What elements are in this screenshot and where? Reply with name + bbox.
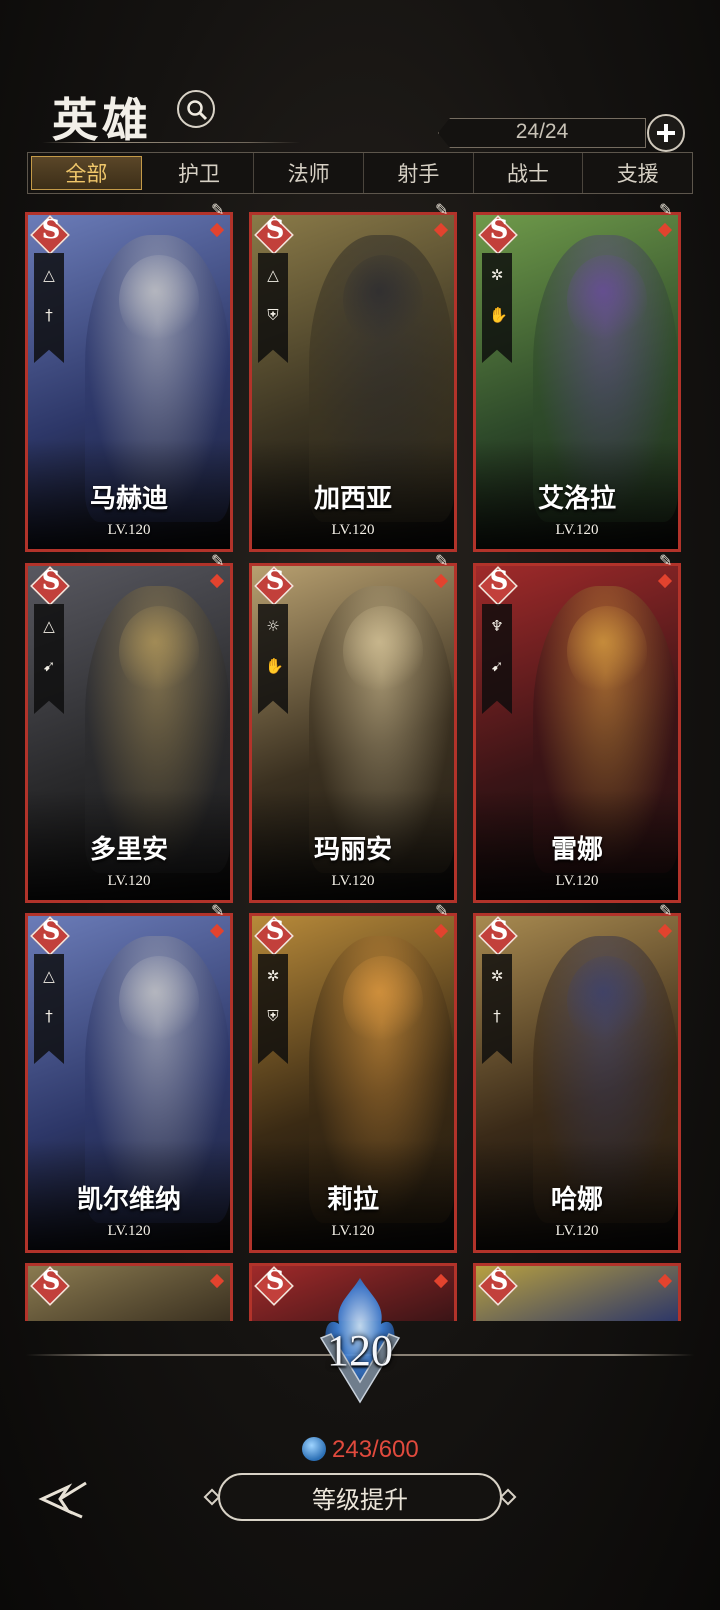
hero-card[interactable]: S △ † 凯尔维纳 LV.120: [25, 913, 233, 1253]
hero-name: 雷娜: [550, 835, 603, 865]
hero-name: 凯尔维纳: [76, 1185, 181, 1215]
class-icon: ➹: [42, 657, 56, 675]
faction-icon: ♆: [490, 617, 504, 635]
hero-level: LV.120: [555, 873, 599, 889]
title-underline: [42, 142, 300, 143]
hero-card[interactable]: S ✲ ✋ 艾洛拉 LV.120: [473, 212, 681, 552]
hero-level-value: 120: [327, 1326, 393, 1375]
faction-icon: ✲: [490, 266, 504, 284]
class-icon: ⛨: [267, 1007, 279, 1025]
tab-all[interactable]: 全部: [31, 156, 142, 190]
rank-label: S: [489, 1266, 509, 1296]
skin-icon[interactable]: ✎: [211, 200, 224, 219]
hero-name: 哈娜: [550, 1185, 603, 1215]
hero-count: 24/24: [515, 120, 569, 143]
hero-level: LV.120: [331, 873, 375, 889]
search-icon: [187, 100, 208, 121]
class-icon: †: [45, 1007, 53, 1025]
hero-card[interactable]: S ☼ ✋ 玛丽安 LV.120: [249, 563, 457, 903]
skin-icon[interactable]: ✎: [659, 200, 672, 219]
faction-icon: △: [43, 266, 55, 284]
hero-name: 加西亚: [313, 484, 392, 514]
blue-crystal-icon: [302, 1437, 326, 1461]
level-up-button[interactable]: 等级提升: [218, 1473, 502, 1521]
rank-label: S: [41, 916, 61, 946]
skin-icon[interactable]: ✎: [659, 901, 672, 920]
skin-icon[interactable]: ✎: [435, 200, 448, 219]
hero-level: LV.120: [107, 522, 151, 538]
skin-icon[interactable]: ✎: [435, 551, 448, 570]
tab-guardian[interactable]: 护卫: [145, 153, 255, 193]
skin-icon[interactable]: ✎: [435, 901, 448, 920]
class-icon: ⛨: [267, 306, 279, 324]
hero-level: LV.120: [107, 873, 151, 889]
hero-card[interactable]: S △ † 马赫迪 LV.120: [25, 212, 233, 552]
hero-card-partial[interactable]: S: [473, 1263, 681, 1321]
hero-card[interactable]: S ✲ † 哈娜 LV.120: [473, 913, 681, 1253]
tab-archer[interactable]: 射手: [364, 153, 474, 193]
faction-icon: ☼: [266, 617, 280, 635]
hero-name: 艾洛拉: [537, 484, 616, 514]
hero-level: LV.120: [555, 1223, 599, 1239]
gem-icon: [433, 1273, 449, 1289]
class-icon: ✋: [489, 306, 508, 324]
rank-label: S: [489, 916, 509, 946]
class-filter-tabs: 全部 护卫 法师 射手 战士 支援: [27, 152, 693, 194]
gem-icon: [209, 1273, 225, 1289]
hero-card[interactable]: S △ ⛨ 加西亚 LV.120: [249, 212, 457, 552]
class-icon: †: [493, 1007, 501, 1025]
class-icon: ✋: [265, 657, 284, 675]
faction-icon: △: [267, 266, 279, 284]
rank-label: S: [41, 215, 61, 245]
skin-icon[interactable]: ✎: [211, 551, 224, 570]
tab-support[interactable]: 支援: [583, 153, 692, 193]
class-icon: †: [45, 306, 53, 324]
faction-icon: △: [43, 967, 55, 985]
hero-level: LV.120: [107, 1223, 151, 1239]
hero-card[interactable]: S △ ➹ 多里安 LV.120: [25, 563, 233, 903]
hero-card[interactable]: S ✲ ⛨ 莉拉 LV.120: [249, 913, 457, 1253]
hero-name: 多里安: [89, 835, 168, 865]
faction-icon: △: [43, 617, 55, 635]
rank-label: S: [41, 566, 61, 596]
page-title: 英雄: [52, 93, 152, 147]
hero-level: LV.120: [331, 522, 375, 538]
faction-icon: ✲: [490, 967, 504, 985]
class-icon: ➹: [490, 657, 504, 675]
hero-name: 马赫迪: [89, 484, 168, 514]
hero-card-partial[interactable]: S: [25, 1263, 233, 1321]
exp-progress: 243/600: [332, 1436, 419, 1463]
hero-name: 莉拉: [326, 1185, 379, 1215]
back-arrow-icon[interactable]: [38, 1477, 90, 1521]
rank-label: S: [489, 566, 509, 596]
hero-name: 玛丽安: [313, 835, 392, 865]
rank-label: S: [265, 1266, 285, 1296]
hero-level: LV.120: [555, 522, 599, 538]
search-button[interactable]: [177, 90, 215, 128]
hero-card[interactable]: S ♆ ➹ 雷娜 LV.120: [473, 563, 681, 903]
tab-warrior[interactable]: 战士: [474, 153, 584, 193]
hero-level: LV.120: [331, 1223, 375, 1239]
rank-label: S: [265, 566, 285, 596]
skin-icon[interactable]: ✎: [211, 901, 224, 920]
rank-label: S: [41, 1266, 61, 1296]
gem-icon: [657, 1273, 673, 1289]
rank-label: S: [265, 215, 285, 245]
rank-label: S: [489, 215, 509, 245]
rank-label: S: [265, 916, 285, 946]
skin-icon[interactable]: ✎: [659, 551, 672, 570]
plus-icon[interactable]: [647, 114, 685, 152]
tab-mage[interactable]: 法师: [254, 153, 365, 193]
faction-icon: ✲: [266, 967, 280, 985]
